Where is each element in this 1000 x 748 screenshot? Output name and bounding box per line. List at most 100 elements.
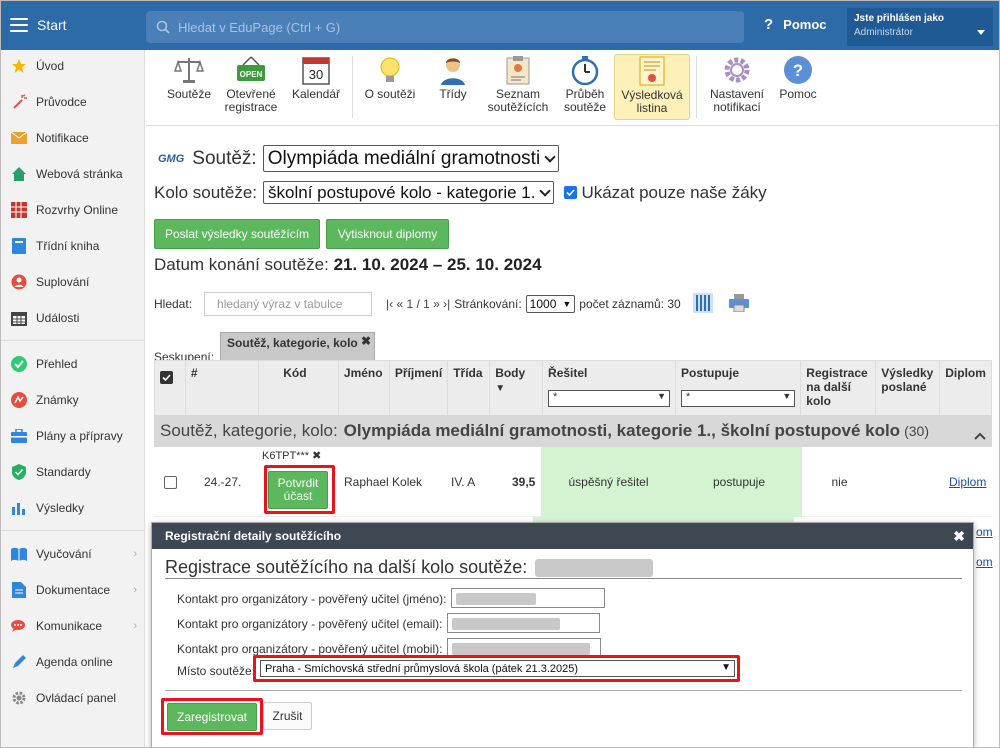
sidebar-item-komunikace[interactable]: Komunikace ›	[0, 608, 145, 644]
toolbar-pomoc[interactable]: ? Pomoc	[776, 54, 820, 120]
sidebar-item-label: Známky	[36, 393, 79, 407]
col-advances[interactable]: Postupuje * ▼	[674, 360, 802, 416]
sidebar-divider	[0, 340, 145, 341]
calendar-day: 30	[309, 67, 323, 82]
select-all-checkbox[interactable]	[160, 371, 173, 384]
toolbar-otevrene-registrace[interactable]: OPEN Otevřené registrace	[222, 54, 280, 120]
col-rank[interactable]: #	[184, 360, 260, 416]
col-name[interactable]: Jméno	[337, 360, 390, 416]
date-label: Datum konání soutěže:	[154, 255, 329, 274]
close-icon[interactable]: ✖	[953, 528, 965, 545]
toolbar-seznam-soutezicich[interactable]: Seznam soutěžících	[484, 54, 552, 120]
col-registration[interactable]: Registrace na další kolo	[800, 360, 877, 416]
table-header-row: # Kód Jméno Příjmení Třída Body ▼ Řešite…	[154, 360, 992, 416]
sidebar-item-prehled[interactable]: Přehled	[0, 346, 145, 382]
pen-icon	[10, 653, 28, 671]
col-diploma[interactable]: Diplom	[939, 360, 992, 416]
row-diploma-link[interactable]: Diplom	[949, 447, 986, 517]
table-search-input[interactable]: hledaný výraz v tabulce	[204, 292, 373, 316]
col-class[interactable]: Třída	[447, 360, 491, 416]
sidebar-item-plany[interactable]: Plány a přípravy	[0, 418, 145, 454]
row-class: IV. A	[451, 475, 476, 489]
send-results-button[interactable]: Poslat výsledky soutěžícím	[154, 219, 320, 249]
toolbar-label: Soutěže	[166, 87, 212, 101]
paging-value: 1000	[529, 297, 557, 311]
chevron-right-icon: ›	[133, 584, 137, 596]
dialog-header: Registrační detaily soutěžícího ✖	[152, 523, 973, 549]
collapse-icon[interactable]	[974, 425, 986, 445]
cancel-button[interactable]: Zrušit	[263, 702, 312, 730]
svg-text:?: ?	[793, 61, 803, 80]
house-icon	[10, 165, 28, 183]
sidebar-item-pruvodce[interactable]: Průvodce	[0, 84, 145, 120]
print-icon[interactable]	[728, 293, 749, 315]
sidebar-item-vysledky[interactable]: Výsledky	[0, 490, 145, 526]
toolbar-vysledkova-listina[interactable]: Výsledková listina	[614, 54, 690, 120]
wand-icon	[10, 93, 28, 111]
row-checkbox[interactable]	[164, 447, 177, 517]
user-menu[interactable]: Jste přihlášen jako Administrátor	[847, 8, 993, 46]
help-button[interactable]: ? Pomoc	[764, 16, 827, 33]
gear-icon	[10, 689, 28, 707]
select-all-header[interactable]	[154, 360, 186, 416]
toolbar-souteze[interactable]: Soutěže	[164, 54, 214, 120]
highlight-register	[161, 698, 263, 735]
pager[interactable]: |‹ « 1 / 1 » ›|	[386, 297, 450, 311]
row-diploma-link-3[interactable]: om	[976, 555, 993, 569]
redacted-value	[452, 618, 560, 630]
toolbar-tridy[interactable]: Třídy	[430, 54, 476, 120]
help-icon: ?	[782, 54, 814, 86]
col-advances-label: Postupuje	[681, 366, 740, 380]
solver-filter-select[interactable]: * ▼	[548, 390, 670, 407]
redacted-value	[456, 593, 536, 605]
sidebar-item-uvod[interactable]: Úvod	[0, 48, 145, 84]
open-badge-text: OPEN	[240, 70, 263, 79]
sidebar-item-rozvrhy[interactable]: Rozvrhy Online	[0, 192, 145, 228]
chevron-right-icon: ›	[133, 548, 137, 560]
teacher-name-input[interactable]	[451, 588, 605, 608]
sidebar-item-ovladaci-panel[interactable]: Ovládací panel	[0, 680, 145, 716]
toolbar-kalendar[interactable]: 30 Kalendář	[288, 54, 344, 120]
toolbar-label: Třídy	[439, 87, 467, 101]
sidebar-item-suplovani[interactable]: Suplování	[0, 264, 145, 300]
toolbar-prubeh-souteze[interactable]: Průběh soutěže	[558, 54, 612, 120]
close-icon[interactable]: ✖	[312, 450, 321, 462]
sidebar-item-standardy[interactable]: Standardy	[0, 454, 145, 490]
col-code[interactable]: Kód	[258, 360, 339, 416]
print-diplomas-button[interactable]: Vytisknout diplomy	[326, 219, 449, 249]
sidebar-item-agenda[interactable]: Agenda online	[0, 644, 145, 680]
sidebar-item-label: Plány a přípravy	[36, 429, 123, 443]
advances-filter-select[interactable]: * ▼	[681, 390, 796, 407]
sidebar-item-znamky[interactable]: Známky	[0, 382, 145, 418]
row-diploma-link-2[interactable]: om	[976, 525, 993, 539]
columns-icon[interactable]	[692, 292, 713, 316]
table-search-placeholder: hledaný výraz v tabulce	[217, 297, 343, 311]
round-row: Kolo soutěže: školní postupové kolo - ka…	[154, 181, 767, 204]
toolbar-nastaveni-notifikaci[interactable]: Nastavení notifikací	[704, 54, 770, 120]
sidebar-item-udalosti[interactable]: Události	[0, 300, 145, 336]
col-solver[interactable]: Řešitel * ▼	[542, 360, 676, 416]
paging-label: Stránkování:	[454, 297, 522, 311]
group-prefix: Soutěž, kategorie, kolo:	[160, 421, 338, 440]
start-menu-button[interactable]: Start	[0, 0, 145, 50]
sidebar-item-dokumentace[interactable]: Dokumentace ›	[0, 572, 145, 608]
dialog-header-title: Registrační detaily soutěžícího	[165, 529, 342, 543]
sidebar-item-label: Webová stránka	[36, 167, 123, 181]
paging-select[interactable]: 1000 ▼	[525, 295, 576, 313]
col-results-sent[interactable]: Výsledky poslané	[875, 360, 941, 416]
col-points[interactable]: Body ▼	[489, 360, 544, 416]
lightbulb-icon	[374, 54, 406, 86]
toolbar-o-soutezi[interactable]: O soutěži	[362, 54, 418, 120]
sidebar-item-tridni-kniha[interactable]: Třídní kniha	[0, 228, 145, 264]
round-select[interactable]: školní postupové kolo - kategorie 1.	[263, 181, 555, 204]
sidebar-item-webova-stranka[interactable]: Webová stránka	[0, 156, 145, 192]
only-ours-checkbox[interactable]	[564, 186, 578, 199]
global-search-input[interactable]: Hledat v EduPage (Ctrl + G)	[146, 11, 744, 43]
contest-select[interactable]: Olympiáda mediální gramotnosti	[262, 145, 560, 172]
close-icon[interactable]: ✖	[361, 334, 371, 348]
chevron-down-icon	[539, 184, 552, 197]
sidebar-item-notifikace[interactable]: Notifikace	[0, 120, 145, 156]
sidebar-item-vyucovani[interactable]: Vyučování ›	[0, 536, 145, 572]
teacher-email-input[interactable]	[447, 613, 600, 633]
col-surname[interactable]: Příjmení	[388, 360, 449, 416]
